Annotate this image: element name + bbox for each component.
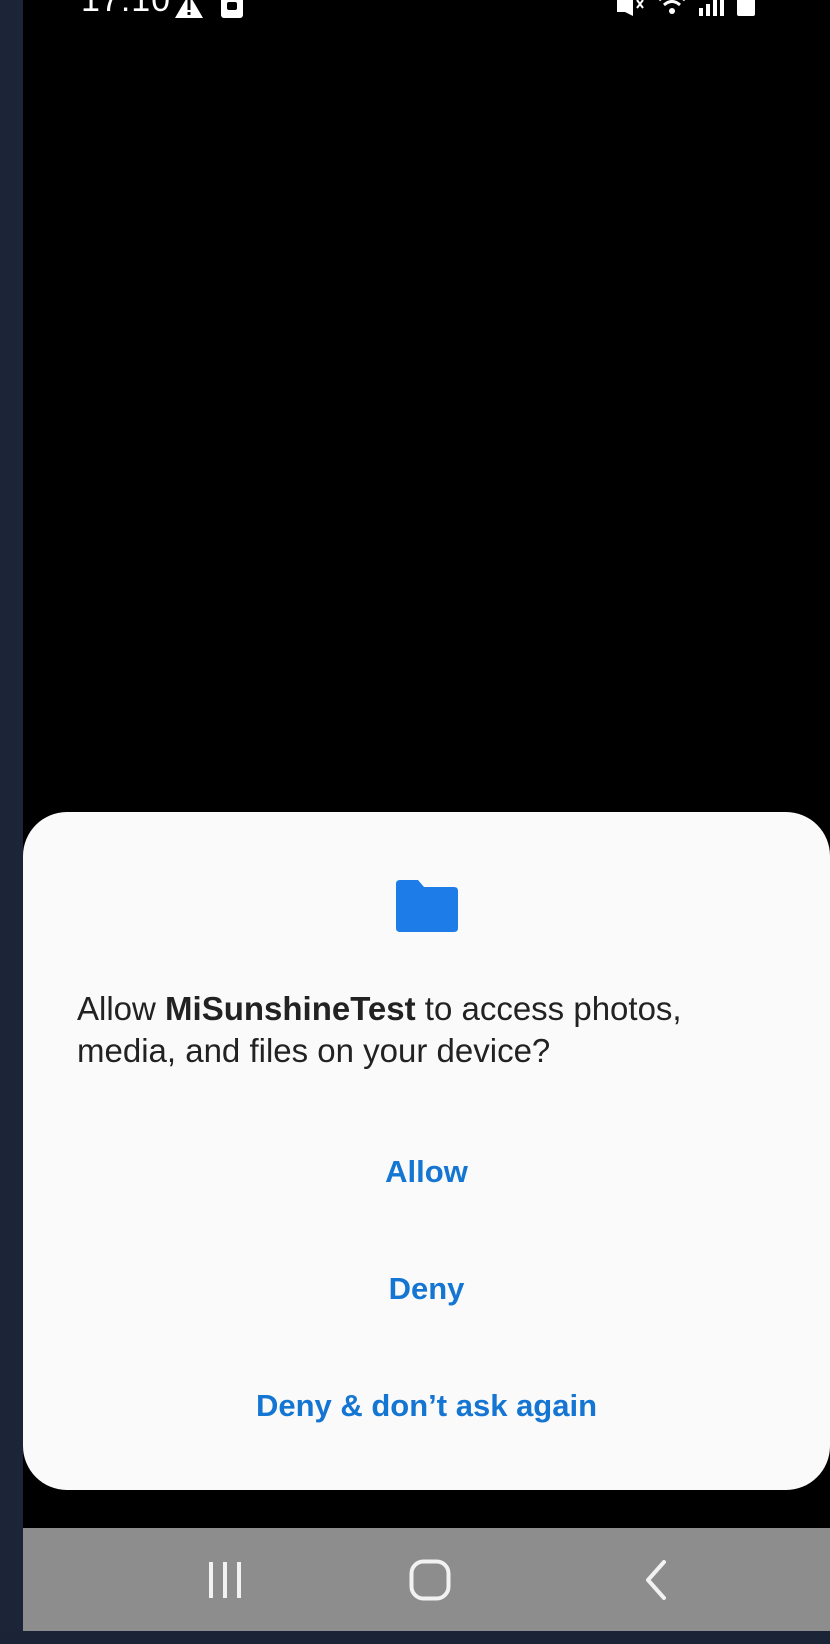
recents-icon <box>209 1561 241 1598</box>
deny-button[interactable]: Deny <box>23 1239 830 1339</box>
permission-message: Allow MiSunshineTest to access photos, m… <box>77 988 777 1072</box>
screenshot-icon <box>221 0 243 18</box>
permission-dialog: Allow MiSunshineTest to access photos, m… <box>23 812 830 1490</box>
warning-icon <box>175 0 203 18</box>
deny-dont-ask-again-button[interactable]: Deny & don’t ask again <box>23 1356 830 1456</box>
battery-icon <box>737 0 755 16</box>
folder-icon <box>396 880 458 932</box>
mute-icon <box>617 0 644 16</box>
app-name: MiSunshineTest <box>165 990 416 1027</box>
signal-icon <box>699 0 724 16</box>
recents-button[interactable] <box>165 1528 285 1631</box>
back-button[interactable] <box>596 1528 716 1631</box>
status-bar: 17:10 <box>23 0 830 22</box>
home-button[interactable] <box>370 1528 490 1631</box>
home-icon <box>409 1559 451 1600</box>
allow-button[interactable]: Allow <box>23 1122 830 1222</box>
wifi-icon <box>659 0 685 14</box>
left-edge-strip <box>0 0 23 1644</box>
bottom-edge-strip <box>0 1631 830 1644</box>
message-prefix: Allow <box>77 990 166 1027</box>
back-icon <box>646 1559 666 1600</box>
navigation-bar <box>23 1528 830 1631</box>
status-time: 17:10 <box>81 0 172 19</box>
